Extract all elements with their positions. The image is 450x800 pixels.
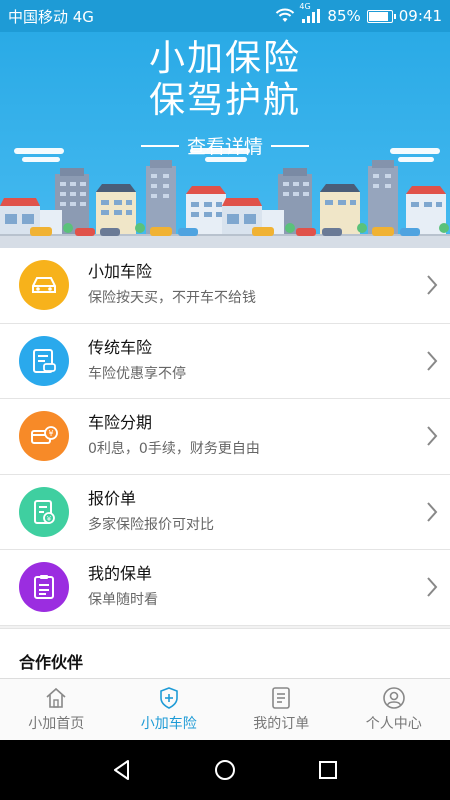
tab-label: 我的订单 bbox=[253, 716, 310, 732]
chevron-right-icon bbox=[414, 425, 450, 447]
tab-profile[interactable]: 个人中心 bbox=[338, 679, 450, 740]
chevron-right-icon bbox=[414, 576, 450, 598]
banner-title-line1: 小加保险 bbox=[148, 38, 301, 79]
menu-item-subtitle: 保单随时看 bbox=[88, 592, 158, 609]
menu-item-title: 车险分期 bbox=[88, 413, 153, 433]
tab-home[interactable]: 小加首页 bbox=[0, 679, 113, 740]
shield-icon bbox=[159, 687, 178, 709]
banner-title: 小加保险 保驾护航 bbox=[0, 38, 450, 122]
city-skyline-illustration bbox=[0, 148, 450, 248]
tab-car-insurance[interactable]: 小加车险 bbox=[113, 679, 226, 740]
menu-item-subtitle: 车险优惠享不停 bbox=[88, 365, 186, 382]
partners-section: 合作伙伴 bbox=[0, 628, 450, 678]
menu-item-title: 传统车险 bbox=[88, 337, 153, 357]
tab-my-orders[interactable]: 我的订单 bbox=[225, 679, 338, 740]
promo-banner[interactable]: 小加保险 保驾护航 查看详情 bbox=[0, 32, 450, 248]
wifi-icon bbox=[276, 8, 295, 22]
divider bbox=[271, 144, 309, 147]
tab-label: 小加车险 bbox=[140, 716, 197, 732]
document-car-icon bbox=[19, 335, 69, 386]
partners-heading: 合作伙伴 bbox=[19, 653, 84, 672]
menu-item-installment-insurance[interactable]: ¥ 车险分期 0利息，0手续，财务更自由 bbox=[0, 399, 450, 475]
back-icon[interactable] bbox=[110, 758, 134, 782]
svg-text:¥: ¥ bbox=[47, 515, 52, 523]
chevron-right-icon bbox=[414, 274, 450, 296]
person-icon bbox=[382, 687, 405, 709]
menu-item-quotation[interactable]: ¥ 报价单 多家保险报价可对比 bbox=[0, 475, 450, 550]
chevron-right-icon bbox=[414, 501, 450, 523]
order-icon bbox=[272, 687, 291, 709]
clock: 09:41 bbox=[398, 7, 442, 25]
tab-label: 个人中心 bbox=[365, 716, 422, 732]
network-type: 4G bbox=[299, 2, 311, 11]
system-navigation-bar bbox=[0, 740, 450, 800]
tab-label: 小加首页 bbox=[28, 716, 85, 732]
menu-item-my-policy[interactable]: 我的保单 保单随时看 bbox=[0, 550, 450, 626]
menu-item-subtitle: 多家保险报价可对比 bbox=[88, 516, 214, 533]
svg-text:¥: ¥ bbox=[48, 429, 53, 438]
home-icon bbox=[46, 687, 66, 708]
menu-item-title: 小加车险 bbox=[88, 262, 153, 282]
policy-icon bbox=[19, 562, 69, 613]
home-circle-icon[interactable] bbox=[213, 758, 237, 782]
banner-title-line2: 保驾护航 bbox=[148, 80, 301, 121]
menu-item-subtitle: 0利息，0手续，财务更自由 bbox=[88, 441, 260, 458]
app-screen: 中国移动 4G 4G 85% 09:41 小加保险 保驾护航 查看详情 小加车险… bbox=[0, 0, 450, 800]
menu-item-title: 我的保单 bbox=[88, 564, 153, 584]
menu-item-xiaojia-car-insurance[interactable]: 小加车险 保险按天买，不开车不给钱 bbox=[0, 248, 450, 324]
carrier-label: 中国移动 4G bbox=[8, 7, 94, 26]
signal-icon: 4G bbox=[299, 2, 321, 24]
chevron-right-icon bbox=[414, 350, 450, 372]
battery-percent: 85% bbox=[327, 7, 361, 25]
menu-item-subtitle: 保险按天买，不开车不给钱 bbox=[88, 290, 256, 307]
bottom-tab-bar: 小加首页 小加车险 我的订单 个人中心 bbox=[0, 678, 450, 740]
status-bar: 中国移动 4G 4G 85% 09:41 bbox=[0, 0, 450, 32]
quote-doc-icon: ¥ bbox=[19, 486, 69, 537]
car-icon bbox=[19, 260, 69, 311]
menu-item-title: 报价单 bbox=[88, 488, 137, 508]
recents-icon[interactable] bbox=[316, 758, 340, 782]
insurance-menu-list: 小加车险 保险按天买，不开车不给钱 传统车险 车险优惠享不停 ¥ 车险分期 0利… bbox=[0, 248, 450, 626]
yuan-card-icon: ¥ bbox=[19, 411, 69, 462]
menu-item-traditional-car-insurance[interactable]: 传统车险 车险优惠享不停 bbox=[0, 324, 450, 399]
divider bbox=[140, 144, 179, 147]
battery-icon bbox=[366, 9, 396, 23]
